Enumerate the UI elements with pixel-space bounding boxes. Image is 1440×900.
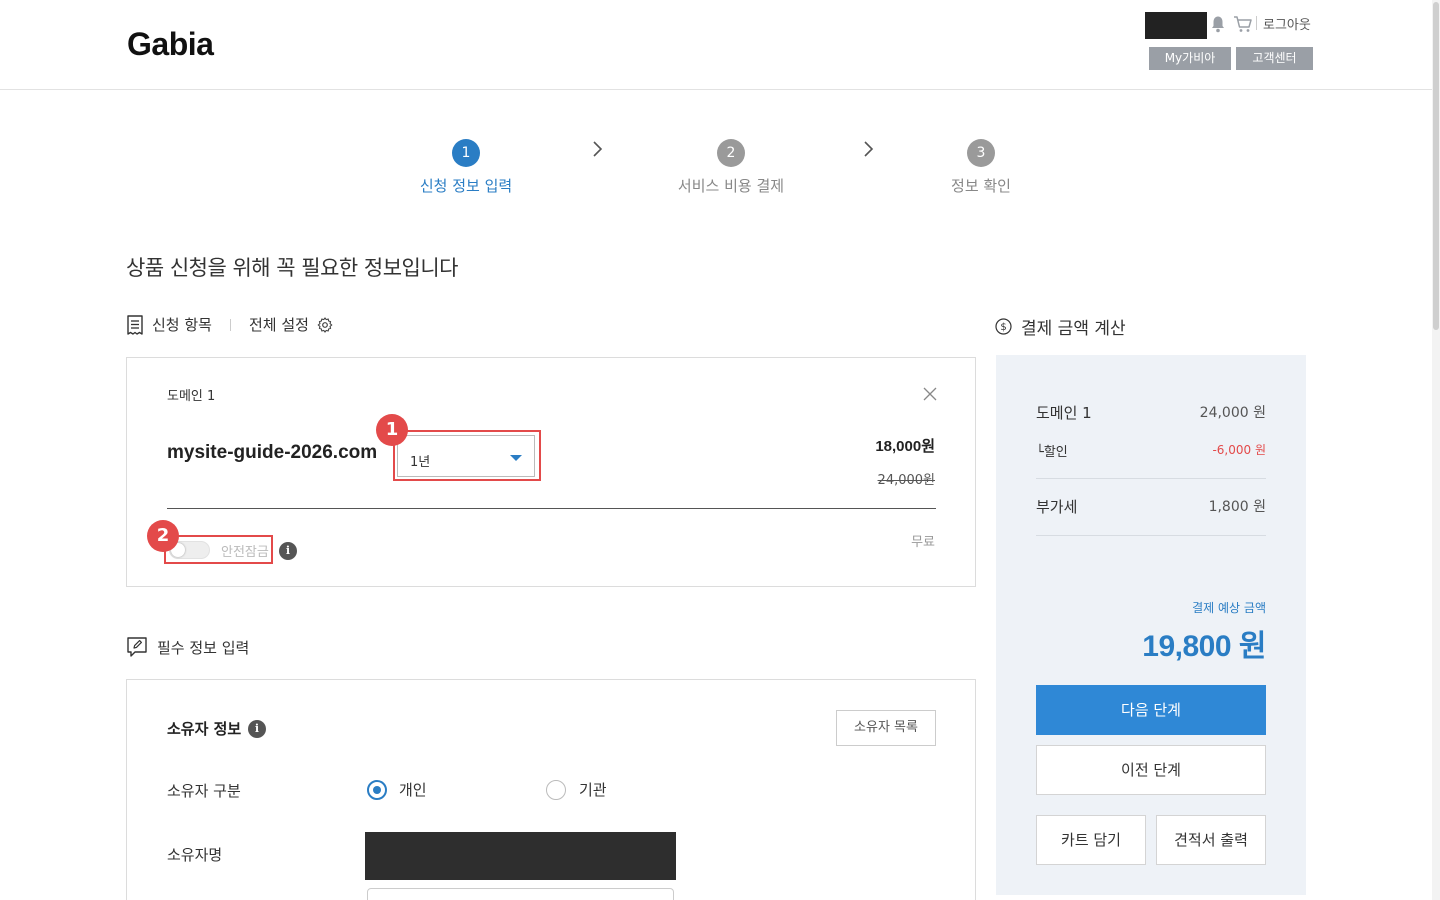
header-divider	[1256, 16, 1257, 30]
card-divider	[167, 508, 936, 509]
payment-vat-row: 부가세 1,800 원	[1036, 496, 1266, 517]
step-confirm: 3 정보 확인	[935, 139, 1027, 196]
owner-type-org-label[interactable]: 기관	[579, 779, 607, 800]
owner-card: 소유자 정보 i 소유자 목록 소유자 구분 개인 기관 소유자명	[126, 679, 976, 900]
scrollbar-thumb[interactable]	[1433, 2, 1439, 330]
owner-input-field[interactable]	[367, 888, 674, 900]
payment-section-header: $ 결제 금액 계산	[995, 314, 1126, 339]
header: Gabia 로그아웃 My가비아 고객센터	[0, 0, 1440, 90]
step-number: 1	[452, 139, 480, 167]
annotation-badge-1: 1	[376, 414, 408, 446]
svg-text:$: $	[1000, 322, 1006, 333]
safe-lock-price: 무료	[911, 535, 935, 550]
payment-divider	[1036, 478, 1266, 479]
payment-panel: 도메인 1 24,000 원 └할인 -6,000 원 부가세 1,800 원 …	[996, 355, 1306, 895]
owner-type-org-radio[interactable]	[546, 780, 566, 800]
owner-list-button[interactable]: 소유자 목록	[836, 710, 936, 746]
payment-discount-label: └할인	[1036, 445, 1068, 460]
gear-icon[interactable]	[317, 316, 333, 333]
estimated-total-amount: 19,800 원	[1142, 630, 1266, 663]
step-apply-info: 1 신청 정보 입력	[410, 139, 522, 196]
step-label: 신청 정보 입력	[419, 177, 513, 195]
customer-center-button[interactable]: 고객센터	[1236, 47, 1313, 70]
bell-icon[interactable]	[1210, 15, 1226, 33]
domain-item-label: 도메인 1	[167, 389, 216, 404]
payment-divider	[1036, 535, 1266, 536]
domain-name: mysite-guide-2026.com	[167, 442, 378, 463]
owner-name-label: 소유자명	[167, 846, 223, 864]
estimated-total-label: 결제 예상 금액	[1192, 601, 1266, 615]
payment-domain-label: 도메인 1	[1036, 404, 1092, 422]
step-number: 2	[717, 139, 745, 167]
required-section-header: 필수 정보 입력	[126, 636, 249, 658]
apply-section-title: 신청 항목	[152, 316, 212, 334]
payment-vat-value: 1,800 원	[1208, 499, 1266, 515]
my-gabia-button[interactable]: My가비아	[1149, 47, 1231, 70]
chevron-right-icon	[864, 141, 874, 157]
apply-section-header: 신청 항목 전체 설정	[126, 314, 333, 335]
logout-link[interactable]: 로그아웃	[1263, 14, 1311, 33]
previous-step-button[interactable]: 이전 단계	[1036, 745, 1266, 795]
info-icon[interactable]: i	[248, 720, 266, 738]
divider	[229, 318, 231, 331]
chevron-right-icon	[593, 141, 603, 157]
step-label: 서비스 비용 결제	[677, 177, 785, 195]
info-icon[interactable]: i	[279, 542, 297, 560]
gabia-logo[interactable]: Gabia	[127, 26, 214, 63]
step-number: 3	[967, 139, 995, 167]
owner-type-label: 소유자 구분	[167, 782, 241, 800]
add-to-cart-button[interactable]: 카트 담기	[1036, 815, 1146, 865]
owner-name-redacted	[365, 832, 676, 880]
payment-domain-row: 도메인 1 24,000 원	[1036, 402, 1266, 423]
payment-domain-price: 24,000 원	[1199, 405, 1266, 421]
original-price: 24,000원	[877, 473, 935, 488]
print-quote-button[interactable]: 견적서 출력	[1156, 815, 1266, 865]
global-settings-link[interactable]: 전체 설정	[249, 314, 309, 335]
payment-discount-value: -6,000 원	[1212, 443, 1266, 457]
receipt-icon	[127, 314, 143, 335]
owner-info-title: 소유자 정보	[167, 720, 242, 738]
payment-section-title: 결제 금액 계산	[1021, 319, 1126, 339]
annotation-box-1	[393, 430, 541, 481]
cart-icon[interactable]	[1233, 14, 1253, 34]
owner-type-personal-radio[interactable]	[367, 780, 387, 800]
edit-note-icon	[127, 637, 147, 657]
payment-discount-row: └할인 -6,000 원	[1036, 441, 1266, 460]
next-step-button[interactable]: 다음 단계	[1036, 685, 1266, 735]
step-label: 정보 확인	[951, 177, 1011, 195]
step-payment: 2 서비스 비용 결제	[670, 139, 792, 196]
close-icon[interactable]	[922, 386, 938, 402]
annotation-badge-2: 2	[147, 520, 179, 552]
domain-card: 도메인 1 mysite-guide-2026.com 1년 1 18,000원…	[126, 357, 976, 587]
annotation-box-2	[164, 535, 273, 564]
user-name-redacted	[1145, 12, 1207, 39]
owner-type-personal-label[interactable]: 개인	[399, 779, 427, 800]
page-title: 상품 신청을 위해 꼭 필요한 정보입니다	[126, 256, 459, 280]
dollar-circle-icon: $	[995, 318, 1012, 335]
discounted-price: 18,000원	[875, 438, 935, 455]
payment-vat-label: 부가세	[1036, 498, 1078, 516]
required-section-title: 필수 정보 입력	[157, 638, 250, 657]
